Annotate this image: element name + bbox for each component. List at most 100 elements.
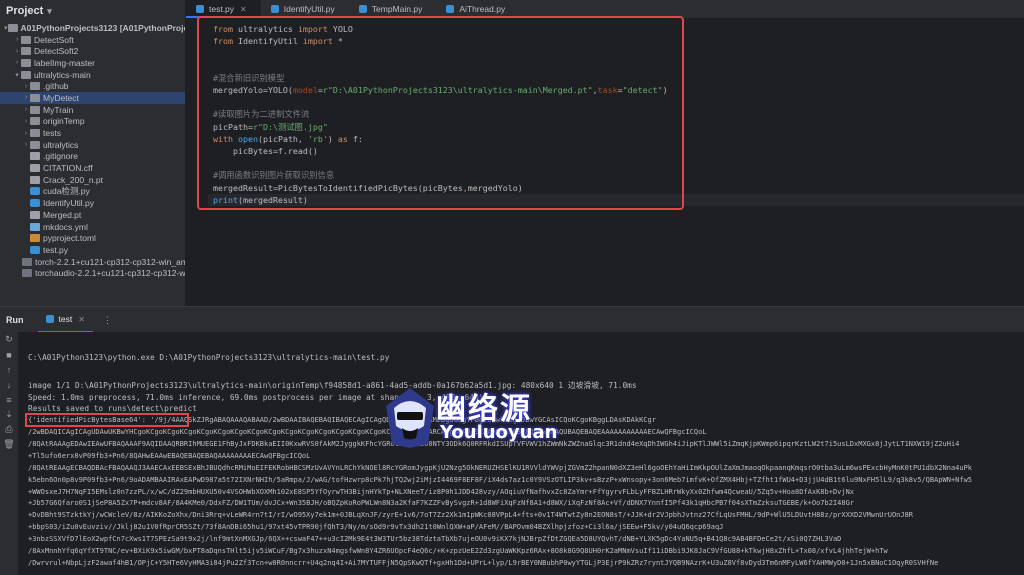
python-file-icon bbox=[30, 199, 40, 208]
console-line: +Jb57G6Qfaro0S1jSeP8A5Zx7P+mdcv8AF/8A4KM… bbox=[28, 499, 855, 508]
console-line: +bbpS03/iZu0vEuvziv//Jklj82u1V0fRprCR5SZ… bbox=[28, 523, 724, 532]
tab-label: AiThread.py bbox=[459, 4, 506, 14]
folder-icon bbox=[21, 35, 31, 44]
tree-item[interactable]: › MyTrain bbox=[0, 104, 185, 116]
project-panel: Project ▾ ▾ A01PythonProjects3123 [A01Pyt… bbox=[0, 0, 186, 306]
expand-arrow-icon[interactable]: › bbox=[22, 118, 30, 125]
tree-item[interactable]: test.py bbox=[0, 244, 185, 256]
folder-icon bbox=[21, 58, 31, 67]
tree-item-label: CITATION.cff bbox=[43, 163, 93, 174]
tree-item-label: MyTrain bbox=[43, 104, 74, 115]
tree-item[interactable]: › labelImg-master bbox=[0, 57, 185, 69]
tree-item[interactable]: ▾ ultralytics-main bbox=[0, 69, 185, 81]
expand-arrow-icon[interactable]: › bbox=[13, 48, 21, 55]
tree-item[interactable]: › MyDetect bbox=[0, 92, 185, 104]
tree-item[interactable]: .gitignore bbox=[0, 151, 185, 163]
tree-item[interactable]: cuda检测.py bbox=[0, 186, 185, 198]
tree-item[interactable]: mkdocs.yml bbox=[0, 221, 185, 233]
close-icon[interactable]: ✕ bbox=[78, 315, 85, 324]
tree-item-label: torchaudio-2.2.1+cu121-cp312-cp312-win_a… bbox=[35, 268, 186, 279]
file-icon bbox=[22, 269, 32, 278]
print-icon[interactable]: ⎙ bbox=[0, 422, 18, 437]
tree-item-label: .gitignore bbox=[43, 151, 78, 162]
file-icon bbox=[30, 222, 40, 231]
folder-icon bbox=[30, 129, 40, 138]
arrow-up-icon[interactable]: ↑ bbox=[0, 362, 18, 377]
project-panel-header[interactable]: Project ▾ bbox=[0, 0, 185, 22]
expand-arrow-icon[interactable]: › bbox=[13, 59, 21, 66]
tab-label: TempMain.py bbox=[371, 4, 423, 14]
python-file-icon bbox=[358, 5, 367, 13]
file-icon bbox=[30, 175, 40, 184]
folder-icon bbox=[30, 117, 40, 126]
expand-arrow-icon[interactable]: › bbox=[22, 83, 30, 90]
tree-item[interactable]: › originTemp bbox=[0, 116, 185, 128]
expand-arrow-icon[interactable]: ▾ bbox=[4, 24, 8, 32]
tree-item[interactable]: › tests bbox=[0, 127, 185, 139]
run-tab-label: test bbox=[58, 314, 73, 324]
console-line: k5ebn6On0p8v9P09fb3+Pn6/9oADAMBAAIRAxEAP… bbox=[28, 475, 973, 484]
console-line: +WWOsxeJ7H7NqFI5EMslz0n7zzPL/x/wC/dZ29mb… bbox=[28, 487, 855, 496]
expand-arrow-icon[interactable]: › bbox=[22, 130, 30, 137]
tree-item[interactable]: pyproject.toml bbox=[0, 232, 185, 244]
expand-arrow-icon[interactable]: › bbox=[22, 94, 30, 101]
console-line: C:\A01Python3123\python.exe D:\A01Python… bbox=[28, 353, 390, 362]
console-line: /8QAtREAAgECBAQDBAcFBAQAAQJ3AAECAxEEBSEx… bbox=[28, 463, 973, 472]
tree-item-label: test.py bbox=[43, 244, 69, 255]
tree-item[interactable]: IdentifyUtil.py bbox=[0, 197, 185, 209]
expand-arrow-icon[interactable]: › bbox=[22, 106, 30, 113]
tree-item-label: DetectSoft bbox=[34, 34, 74, 45]
tree-item[interactable]: CITATION.cff bbox=[0, 162, 185, 174]
soft-wrap-icon[interactable]: ≡ bbox=[0, 392, 18, 407]
tree-item[interactable]: › .github bbox=[0, 80, 185, 92]
console-line: +3nbzSSXVfD7lEoX2wpfCn7cXws1T7SPEzSa9t9x… bbox=[28, 535, 842, 544]
console-line: /2wBDAQICAgICAgUDAwUKBwYHCgoKCgoKCgoKCgo… bbox=[28, 428, 707, 436]
tree-item[interactable]: Crack_200_n.pt bbox=[0, 174, 185, 186]
tree-item-label: torch-2.2.1+cu121-cp312-cp312-win_amd64.… bbox=[35, 256, 185, 267]
python-file-icon bbox=[446, 5, 455, 13]
console-line: /8AxMnnhYfq6qYfXT9TNC/ev+BXiK9x5iwGM/bxP… bbox=[28, 547, 888, 555]
rerun-icon[interactable]: ↻ bbox=[0, 332, 18, 347]
tree-item[interactable]: › DetectSoft bbox=[0, 34, 185, 46]
folder-icon bbox=[7, 23, 18, 32]
watermark-en: Youluoyuan bbox=[440, 422, 558, 443]
python-file-icon bbox=[270, 5, 279, 13]
tree-item[interactable]: ▾ A01PythonProjects3123 [A01PythonProject… bbox=[0, 22, 185, 34]
tree-item-label: Crack_200_n.pt bbox=[43, 174, 104, 185]
folder-icon bbox=[30, 105, 40, 114]
scroll-to-end-icon[interactable]: ⇣ bbox=[0, 407, 18, 422]
python-file-icon bbox=[45, 315, 54, 323]
folder-icon bbox=[30, 140, 40, 149]
file-icon bbox=[22, 257, 32, 266]
highlight-box-output bbox=[25, 413, 189, 427]
chevron-down-icon[interactable]: ▾ bbox=[47, 6, 52, 17]
file-icon bbox=[30, 210, 40, 219]
stop-icon[interactable]: ■ bbox=[0, 347, 18, 362]
highlight-box-code bbox=[197, 16, 684, 210]
tree-item[interactable]: › ultralytics bbox=[0, 139, 185, 151]
run-toolbar: ↻ ■ ↑ ↓ ≡ ⇣ ⎙ 🗑 bbox=[0, 332, 18, 575]
tree-item-label: labelImg-master bbox=[34, 57, 95, 68]
file-icon bbox=[30, 234, 40, 243]
tree-item[interactable]: › DetectSoft2 bbox=[0, 45, 185, 57]
console-line: +DvDBht9STzktkYj/wCWcleV/8z/AIKKoZoXhx/D… bbox=[28, 511, 914, 520]
expand-arrow-icon[interactable]: › bbox=[13, 36, 21, 43]
tree-item-label: originTemp bbox=[43, 116, 85, 127]
expand-arrow-icon[interactable]: › bbox=[22, 141, 30, 148]
expand-arrow-icon[interactable]: ▾ bbox=[13, 71, 21, 79]
arrow-down-icon[interactable]: ↓ bbox=[0, 377, 18, 392]
tree-item-label: ultralytics bbox=[43, 139, 79, 150]
tree-item[interactable]: torchaudio-2.2.1+cu121-cp312-cp312-win_a… bbox=[0, 267, 185, 279]
more-icon[interactable]: ⋮ bbox=[103, 315, 112, 326]
tree-item[interactable]: torch-2.2.1+cu121-cp312-cp312-win_amd64.… bbox=[0, 256, 185, 268]
run-tab[interactable]: test ✕ bbox=[37, 307, 93, 333]
tree-item-label: MyDetect bbox=[43, 92, 79, 103]
trash-icon[interactable]: 🗑 bbox=[0, 437, 18, 452]
close-icon[interactable]: ✕ bbox=[240, 5, 247, 14]
tree-item-label: cuda检测.py bbox=[43, 186, 90, 197]
tree-item-label: DetectSoft2 bbox=[34, 46, 79, 57]
python-file-icon bbox=[30, 187, 40, 196]
console-line: /Dwrvrul+NbpLjzF2awaf4hB1/OPjC+Y5HTe6VyH… bbox=[28, 558, 939, 567]
tree-item[interactable]: Merged.pt bbox=[0, 209, 185, 221]
file-icon bbox=[30, 164, 40, 173]
